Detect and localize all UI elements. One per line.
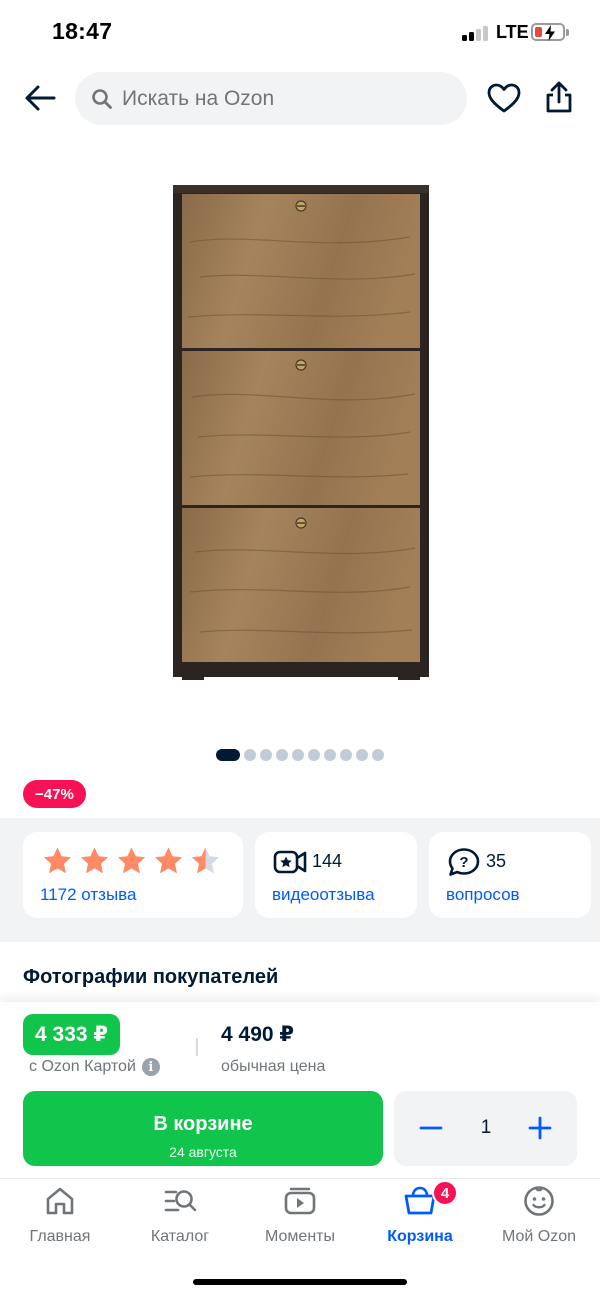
questions-card[interactable]: ? 35 вопросов [429,832,591,918]
quantity-stepper[interactable]: 1 [394,1091,577,1166]
pager-dot[interactable] [276,749,288,761]
video-reviews-link[interactable]: видеоотзыва [272,885,375,905]
question-bubble-icon: ? [448,848,480,876]
plus-icon[interactable] [525,1113,555,1143]
pager-dot[interactable] [340,749,352,761]
star-icon [192,847,219,874]
share-button[interactable] [539,76,579,118]
status-bar: 18:47 LTE [0,0,600,64]
in-cart-button-label: В корзине [153,1113,253,1135]
battery-tip [566,29,569,36]
back-button[interactable] [20,78,60,118]
tab-catalog-label: Каталог [150,1228,210,1245]
star-icon [44,847,71,874]
video-reviews-count: 144 [312,851,343,871]
arrow-left-icon [25,85,56,111]
ozon-card-price: 4 333 ₽ [23,1014,120,1055]
home-indicator [193,1279,407,1285]
tab-home-label: Главная [29,1228,91,1245]
regular-price: 4 490 ₽ [221,1023,294,1046]
pager-dot[interactable] [244,749,256,761]
profile-icon [524,1186,554,1216]
network-label: LTE [496,22,529,42]
share-icon [546,81,572,113]
star-icon [118,847,145,874]
search-input[interactable] [122,86,442,111]
star-icon [155,847,182,874]
ozon-card-label-text: с Ozon Картой [29,1058,136,1075]
info-icon[interactable]: i [141,1058,160,1076]
pager-dot[interactable] [292,749,304,761]
status-time: 18:47 [52,18,113,44]
tab-moments[interactable]: Моменты [240,1182,360,1252]
image-pager[interactable] [0,749,600,761]
discount-badge: −47% [23,780,86,808]
rating-stars [42,846,221,876]
catalog-icon [164,1190,197,1212]
svg-text:?: ? [459,854,468,871]
price-divider [196,1038,198,1056]
rating-card[interactable]: 1172 отзыва [23,832,243,918]
tab-cart-label: Корзина [387,1228,453,1245]
questions-count: 35 [486,851,507,871]
tab-my-ozon-label: Мой Ozon [501,1228,577,1245]
moments-icon [284,1187,316,1215]
pager-dot[interactable] [308,749,320,761]
home-icon [46,1187,74,1215]
signal-icon [462,25,490,41]
tab-cart[interactable]: 4 Корзина [360,1180,480,1252]
tab-home[interactable]: Главная [0,1182,120,1252]
heart-icon [487,83,521,113]
pager-dot-active[interactable] [216,749,240,761]
ozon-card-label: с Ozon Картой i [29,1058,160,1076]
cart-count-badge: 4 [432,1180,458,1206]
battery-icon [531,23,565,41]
tab-moments-label: Моменты [265,1228,335,1245]
search-bar[interactable] [75,72,467,125]
delivery-date: 24 августа [169,1144,237,1160]
favorite-button[interactable] [484,78,524,118]
reviews-count-link[interactable]: 1172 отзыва [40,885,136,905]
pager-dot[interactable] [356,749,368,761]
regular-price-label: обычная цена [221,1058,326,1075]
in-cart-button[interactable]: В корзине 24 августа [23,1091,383,1166]
questions-link[interactable]: вопросов [446,885,520,905]
quantity-value: 1 [480,1117,492,1138]
star-icon [81,847,108,874]
video-reviews-card[interactable]: 144 видеоотзыва [255,832,417,918]
customer-photos-title: Фотографии покупателей [23,966,279,988]
tab-my-ozon[interactable]: Мой Ozon [479,1182,599,1252]
tab-catalog[interactable]: Каталог [120,1182,240,1252]
pager-dot[interactable] [324,749,336,761]
video-star-icon [273,850,307,874]
pager-dot[interactable] [372,749,384,761]
product-image[interactable] [170,182,432,682]
pager-dot[interactable] [260,749,272,761]
search-icon [92,88,112,109]
minus-icon[interactable] [416,1113,446,1143]
